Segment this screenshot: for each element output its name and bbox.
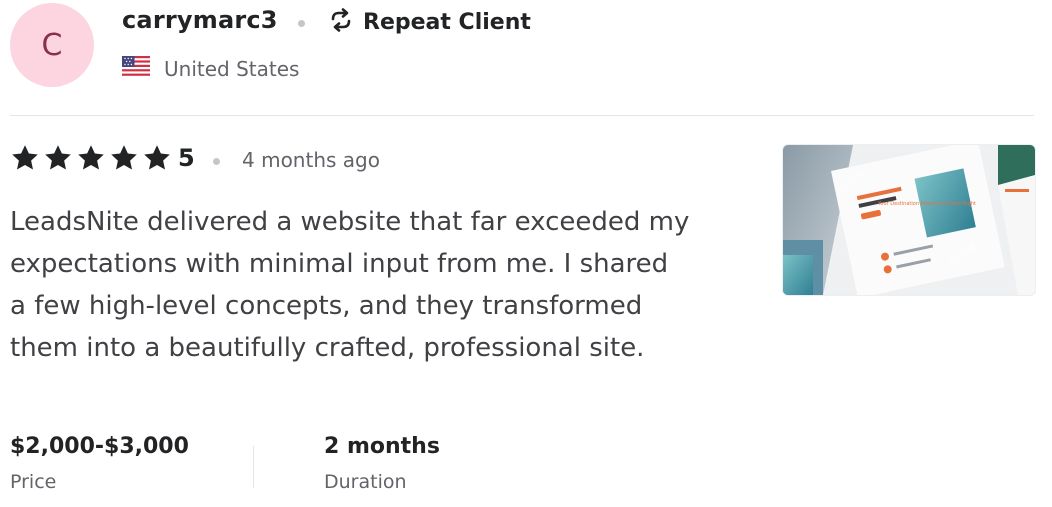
repeat-client-label: Repeat Client <box>363 9 531 35</box>
star-rating: 5 <box>10 143 195 173</box>
separator-dot <box>213 158 220 165</box>
avatar-initial: C <box>41 27 63 63</box>
stars-group <box>10 143 172 173</box>
separator-dot <box>298 20 305 27</box>
meta-divider <box>253 446 254 488</box>
reviewer-country: United States <box>122 56 299 82</box>
duration-label: Duration <box>324 471 407 493</box>
price-label: Price <box>10 471 57 493</box>
price-value: $2,000-$3,000 <box>10 434 189 459</box>
avatar[interactable]: C <box>10 3 94 87</box>
country-label: United States <box>164 57 300 81</box>
reviewer-username[interactable]: carrymarc3 <box>122 6 278 34</box>
portfolio-thumbnail[interactable]: fiverr. fiverr. Your Destination Adventu… <box>782 144 1036 296</box>
star-icon <box>144 145 170 170</box>
duration-block: 2 months Duration <box>324 434 440 493</box>
star-icon <box>111 145 137 170</box>
review-time-ago: 4 months ago <box>242 148 380 172</box>
repeat-icon <box>327 6 355 38</box>
star-icon <box>45 145 71 170</box>
rating-score: 5 <box>178 144 195 172</box>
review-text: LeadsNite delivered a website that far e… <box>10 207 690 363</box>
star-icon <box>78 145 104 170</box>
price-block: $2,000-$3,000 Price <box>10 434 189 493</box>
star-icon <box>12 145 38 170</box>
duration-value: 2 months <box>324 434 440 459</box>
us-flag-icon <box>122 56 150 82</box>
repeat-client-badge: Repeat Client <box>327 6 531 38</box>
portfolio-thumbnail-image: fiverr. fiverr. Your Destination Adventu… <box>783 145 1035 295</box>
thumbnail-headline: Your Destination Adventure Done Right <box>877 201 976 207</box>
header-divider <box>10 115 1034 116</box>
